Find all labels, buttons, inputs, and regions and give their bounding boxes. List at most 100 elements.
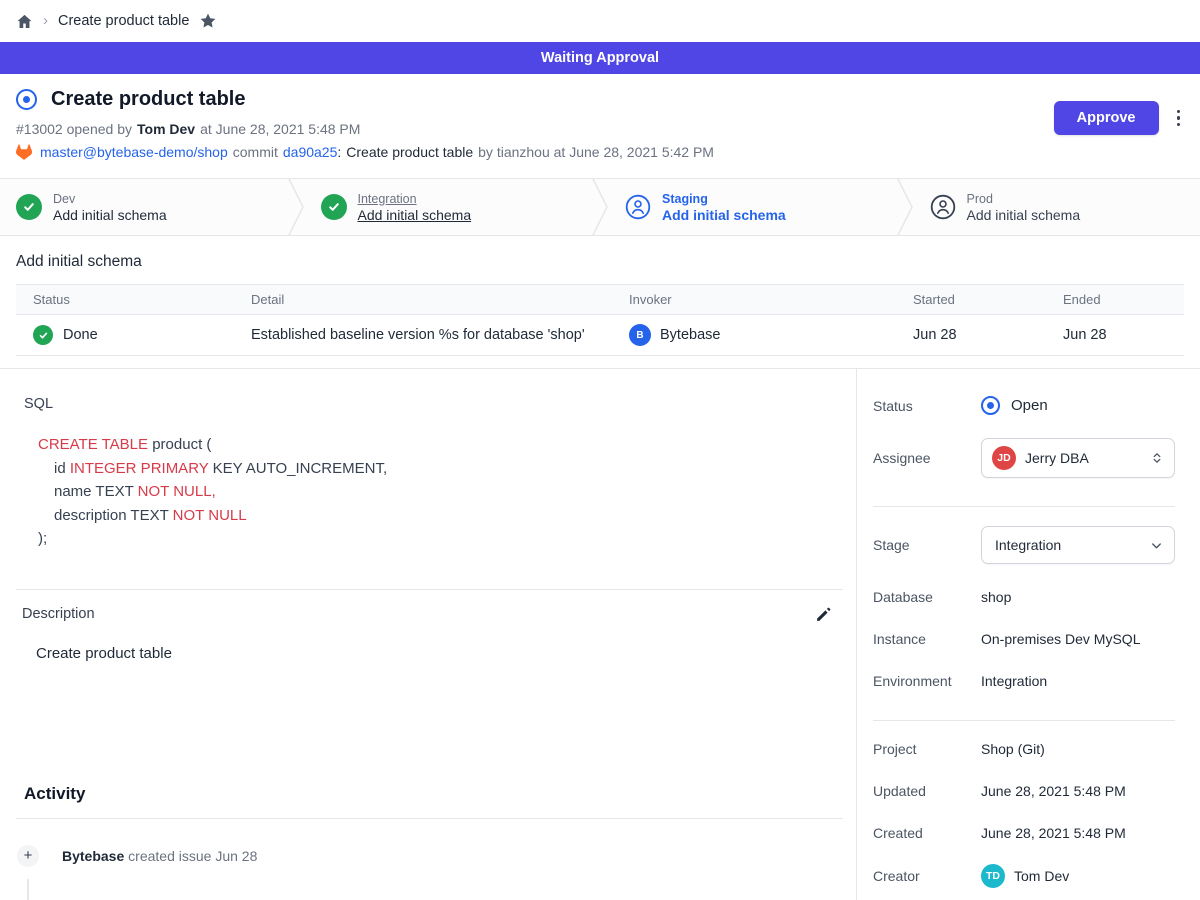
description-text: Create product table xyxy=(36,645,856,662)
commit-colon: : xyxy=(337,144,341,160)
task-started: Jun 28 xyxy=(913,327,1063,343)
approve-button[interactable]: Approve xyxy=(1054,101,1159,135)
task-detail: Established baseline version %s for data… xyxy=(251,327,629,343)
divider xyxy=(873,720,1175,721)
issue-meta: #13002 opened by Tom Dev at June 28, 202… xyxy=(16,121,1184,137)
chevron-down-icon xyxy=(1149,538,1164,553)
stage-separator-icon xyxy=(896,179,914,235)
edit-pencil-icon[interactable] xyxy=(815,606,832,623)
breadcrumb-chevron-icon: › xyxy=(43,13,48,30)
issue-sidebar: Status Open Assignee JD Jerry DBA Stage xyxy=(857,369,1200,900)
list-item: + Bytebase created issue Jun 28 xyxy=(0,845,856,867)
updated-value: June 28, 2021 5:48 PM xyxy=(981,783,1126,799)
project-label: Project xyxy=(873,741,981,757)
up-down-chevron-icon xyxy=(1150,451,1164,465)
activity-timeline: + Bytebase created issue Jun 28 xyxy=(0,845,856,900)
main-content: SQL CREATE TABLE product (id INTEGER PRI… xyxy=(0,369,857,900)
breadcrumb: › Create product table xyxy=(0,0,1200,42)
person-circle-icon xyxy=(625,194,651,220)
commit-hash-link[interactable]: da90a25 xyxy=(283,144,338,160)
project-value: Shop (Git) xyxy=(981,741,1045,757)
creator-value: Tom Dev xyxy=(1014,868,1069,884)
issue-opened-time: at June 28, 2021 5:48 PM xyxy=(200,121,360,137)
task-heading: Add initial schema xyxy=(16,253,1184,271)
divider xyxy=(16,589,843,590)
stage-env-label: Prod xyxy=(967,192,1081,206)
commit-word: commit xyxy=(233,144,278,160)
status-banner-text: Waiting Approval xyxy=(541,50,659,66)
pipeline-stage-dev[interactable]: Dev Add initial schema xyxy=(0,179,287,235)
sql-code-block: CREATE TABLE product (id INTEGER PRIMARY… xyxy=(0,433,856,551)
open-status-icon xyxy=(981,396,1000,415)
pipeline-stage-prod[interactable]: Prod Add initial schema xyxy=(914,179,1200,235)
activity-heading: Activity xyxy=(24,784,856,804)
environment-label: Environment xyxy=(873,673,981,689)
creator-label: Creator xyxy=(873,868,981,884)
task-invoker: Bytebase xyxy=(660,327,720,343)
stage-task-label: Add initial schema xyxy=(662,207,786,223)
commit-line: master@bytebase-demo/shop commit da90a25… xyxy=(16,144,1184,160)
task-table-header: Status Detail Invoker Started Ended xyxy=(16,285,1184,315)
environment-value: Integration xyxy=(981,673,1047,689)
breadcrumb-title: Create product table xyxy=(58,13,189,29)
col-invoker: Invoker xyxy=(629,292,913,307)
issue-author: Tom Dev xyxy=(137,121,195,137)
issue-open-icon xyxy=(16,89,37,110)
stage-env-label: Integration xyxy=(358,192,472,206)
created-value: June 28, 2021 5:48 PM xyxy=(981,825,1126,841)
avatar: JD xyxy=(992,446,1016,470)
more-options-icon[interactable] xyxy=(1173,106,1185,131)
col-status: Status xyxy=(16,292,251,307)
stage-separator-icon xyxy=(591,179,609,235)
bytebase-issue-page: › Create product table Waiting Approval … xyxy=(0,0,1200,900)
stage-task-label: Add initial schema xyxy=(53,207,167,223)
task-section: Add initial schema Status Detail Invoker… xyxy=(0,236,1200,369)
home-icon[interactable] xyxy=(16,13,33,30)
star-icon[interactable] xyxy=(199,12,217,30)
assignee-label: Assignee xyxy=(873,450,981,466)
stage-value: Integration xyxy=(995,537,1140,553)
activity-action: created issue Jun 28 xyxy=(128,848,257,864)
divider xyxy=(16,818,843,819)
task-status: Done xyxy=(63,327,98,343)
stage-env-label: Dev xyxy=(53,192,167,206)
stage-task-label: Add initial schema xyxy=(967,207,1081,223)
updated-label: Updated xyxy=(873,783,981,799)
task-ended: Jun 28 xyxy=(1063,327,1184,343)
col-started: Started xyxy=(913,292,1063,307)
stage-separator-icon xyxy=(287,179,305,235)
page-title: Create product table xyxy=(51,88,245,111)
commit-message: Create product table xyxy=(346,144,473,160)
sql-label: SQL xyxy=(24,396,856,412)
status-banner: Waiting Approval xyxy=(0,42,1200,74)
stage-label: Stage xyxy=(873,537,981,553)
person-circle-icon xyxy=(930,194,956,220)
avatar: B xyxy=(629,324,651,346)
status-label: Status xyxy=(873,398,981,414)
status-value: Open xyxy=(1011,397,1048,414)
database-value: shop xyxy=(981,589,1011,605)
table-row: Done Established baseline version %s for… xyxy=(16,315,1184,355)
col-detail: Detail xyxy=(251,292,629,307)
database-label: Database xyxy=(873,589,981,605)
check-circle-icon xyxy=(33,325,53,345)
stage-task-label: Add initial schema xyxy=(358,207,472,223)
check-circle-icon xyxy=(16,194,42,220)
branch-repo-link[interactable]: master@bytebase-demo/shop xyxy=(40,144,228,160)
gitlab-icon xyxy=(16,144,32,160)
issue-number: #13002 opened by xyxy=(16,121,132,137)
assignee-select[interactable]: JD Jerry DBA xyxy=(981,438,1175,478)
activity-author: Bytebase xyxy=(62,848,124,864)
check-circle-icon xyxy=(321,194,347,220)
col-ended: Ended xyxy=(1063,292,1184,307)
stage-select[interactable]: Integration xyxy=(981,526,1175,564)
stage-pipeline: Dev Add initial schema Integration Add i… xyxy=(0,178,1200,236)
description-label: Description xyxy=(22,606,95,622)
task-table: Status Detail Invoker Started Ended Done… xyxy=(16,284,1184,356)
plus-icon: + xyxy=(17,845,39,867)
divider xyxy=(873,506,1175,507)
pipeline-stage-integration[interactable]: Integration Add initial schema xyxy=(305,179,592,235)
instance-value: On-premises Dev MySQL xyxy=(981,631,1140,647)
pipeline-stage-staging[interactable]: Staging Add initial schema xyxy=(609,179,896,235)
issue-header: Create product table #13002 opened by To… xyxy=(0,74,1200,178)
